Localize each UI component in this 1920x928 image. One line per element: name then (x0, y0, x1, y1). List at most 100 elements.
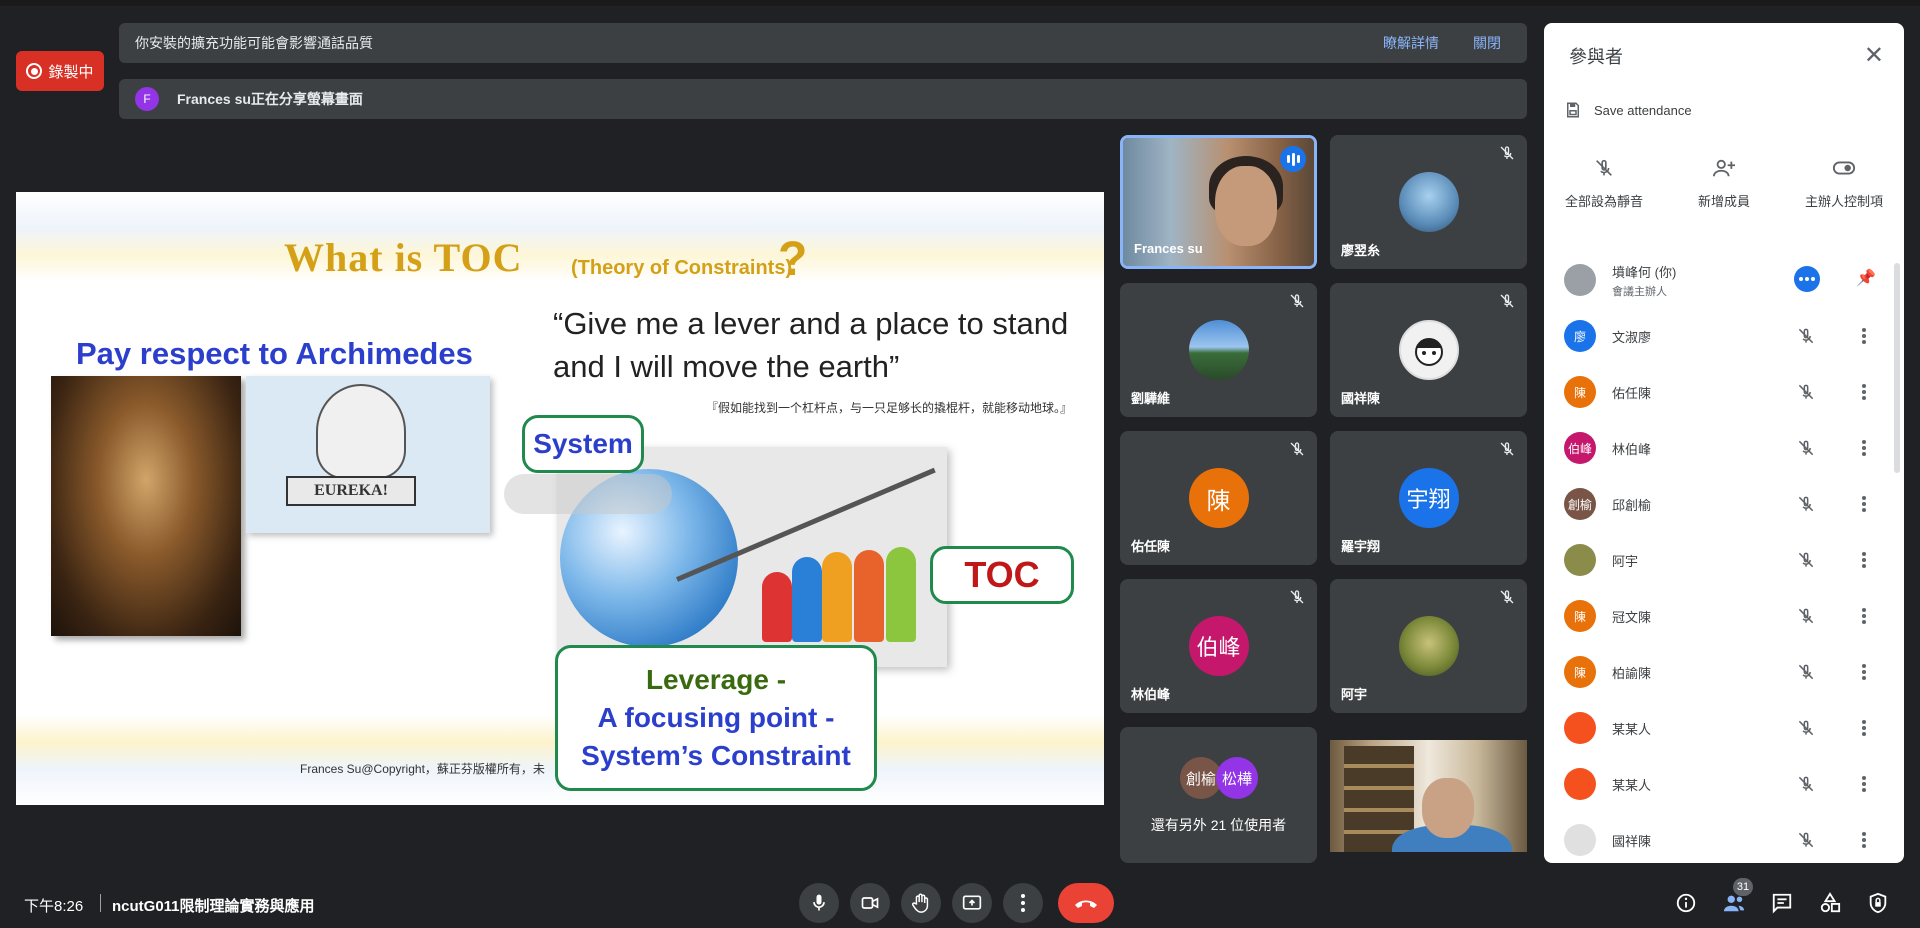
mic-off-icon[interactable] (1796, 550, 1816, 570)
participant-row[interactable]: 陳佑任陳 (1544, 364, 1904, 420)
participant-name: 佑任陳 (1612, 385, 1652, 401)
participant-tile[interactable]: 陳 佑任陳 (1120, 431, 1317, 565)
mic-off-icon (1290, 590, 1304, 604)
more-vert-icon[interactable] (1854, 382, 1874, 402)
more-vert-icon[interactable] (1854, 550, 1874, 570)
meeting-details-button[interactable] (1673, 890, 1699, 916)
more-vert-icon[interactable] (1854, 438, 1874, 458)
participant-row[interactable]: 伯峰 林伯峰 (1544, 420, 1904, 476)
video-person-face (1215, 166, 1277, 246)
participant-avatar: 陳 (1564, 600, 1596, 632)
mic-off-icon[interactable] (1796, 606, 1816, 626)
close-banner-button[interactable]: 關閉 (1473, 33, 1501, 53)
mic-off-icon[interactable] (1796, 718, 1816, 738)
more-participants-tile[interactable]: 創榆 松樺 還有另外 21 位使用者 (1120, 727, 1317, 863)
more-vert-icon[interactable] (1854, 662, 1874, 682)
panel-scrollbar[interactable] (1894, 263, 1900, 473)
leverage-bubble: Leverage - A focusing point - System’s C… (555, 645, 877, 791)
eureka-tub: EUREKA! (286, 476, 416, 506)
participant-tile[interactable]: 阿宇 (1330, 579, 1527, 713)
pin-icon[interactable]: 📌 (1856, 268, 1876, 288)
add-people-button[interactable]: 新增成員 (1669, 153, 1779, 210)
slide-top-swoosh (16, 192, 1104, 282)
participant-count-badge: 31 (1733, 878, 1753, 896)
eureka-cartoon: EUREKA! (246, 376, 490, 533)
more-vert-icon[interactable] (1854, 494, 1874, 514)
more-vert-icon[interactable] (1854, 606, 1874, 626)
mic-button[interactable] (799, 883, 839, 923)
more-horiz-icon[interactable] (1794, 266, 1820, 292)
save-attendance-button[interactable]: Save attendance (1564, 101, 1692, 119)
close-icon[interactable]: ✕ (1864, 41, 1884, 70)
activities-button[interactable] (1817, 890, 1843, 916)
participant-name: 某某人 (1612, 721, 1652, 737)
participants-panel: 參與者 ✕ Save attendance 全部設為靜音 新增成員 主辦人控制項… (1544, 23, 1904, 863)
mic-off-icon[interactable] (1796, 326, 1816, 346)
participant-row[interactable]: 墳峰何 (你) 會議主辦人 📌 (1544, 252, 1904, 308)
mute-all-button[interactable]: 全部設為靜音 (1549, 153, 1659, 210)
mic-off-icon[interactable] (1796, 382, 1816, 402)
participant-row[interactable]: 廖文淑廖 (1544, 308, 1904, 364)
mic-off-icon[interactable] (1796, 662, 1816, 682)
mic-off-icon[interactable] (1796, 830, 1816, 850)
participant-name: 林伯峰 (1131, 687, 1171, 702)
participant-row[interactable]: 陳柏諭陳 (1544, 644, 1904, 700)
end-call-button[interactable] (1058, 883, 1114, 923)
slide-chinese-quote: 『假如能找到一个杠杆点，与一只足够长的撬棍杆，就能移动地球。』 (706, 401, 1073, 415)
participant-row[interactable]: 阿宇 (1544, 532, 1904, 588)
participant-row[interactable]: 陳冠文陳 (1544, 588, 1904, 644)
participant-name: Frances su (1134, 241, 1203, 256)
raise-hand-button[interactable] (901, 883, 941, 923)
more-vert-icon[interactable] (1854, 774, 1874, 794)
record-icon (26, 63, 43, 79)
participant-row[interactable]: 國祥陳 (1544, 812, 1904, 863)
eureka-figure (316, 384, 406, 479)
presentation-slide[interactable]: What is TOC (Theory of Constraints) ? Pa… (16, 192, 1104, 805)
participant-name: 冠文陳 (1612, 609, 1652, 625)
chat-button[interactable] (1769, 890, 1795, 916)
mic-off-icon (1596, 159, 1612, 176)
participant-avatar (1564, 768, 1596, 800)
participant-tile[interactable]: Frances su (1120, 135, 1317, 269)
more-vert-icon[interactable] (1854, 326, 1874, 346)
recording-indicator[interactable]: 錄製中 (16, 51, 104, 91)
camera-button[interactable] (850, 883, 890, 923)
participant-tile[interactable]: 國祥陳 (1330, 283, 1527, 417)
mic-off-icon[interactable] (1796, 438, 1816, 458)
participant-tile[interactable]: 劉驊維 (1120, 283, 1317, 417)
participant-tile[interactable]: 伯峰 林伯峰 (1120, 579, 1317, 713)
participant-name: 國祥陳 (1612, 833, 1652, 849)
mic-off-icon[interactable] (1796, 494, 1816, 514)
meeting-name: ncutG011限制理論實務與應用 (112, 898, 315, 915)
participant-row[interactable]: 某某人 (1544, 700, 1904, 756)
participant-row[interactable]: 創榆 邱創榆 (1544, 476, 1904, 532)
participant-tile[interactable]: 宇翔 羅宇翔 (1330, 431, 1527, 565)
participant-list: 墳峰何 (你) 會議主辦人 📌 廖文淑廖陳佑任陳 伯峰 林伯峰 創榆 邱創榆 阿宇陳冠文陳陳柏諭… (1544, 252, 1904, 863)
participant-name: 阿宇 (1612, 553, 1639, 569)
participant-avatar (1564, 544, 1596, 576)
participant-avatar (1398, 320, 1459, 380)
self-view-tile[interactable] (1330, 740, 1527, 852)
host-controls-button[interactable]: 主辦人控制項 (1789, 153, 1899, 210)
present-button[interactable] (952, 883, 992, 923)
slide-copyright: Frances Su@Copyright，蘇正芬版權所有，未 (300, 762, 545, 776)
info-icon (1676, 893, 1696, 913)
participant-row[interactable]: 某某人 (1544, 756, 1904, 812)
learn-more-link[interactable]: 瞭解詳情 (1383, 33, 1439, 53)
screen-sharing-banner: F Frances su正在分享螢幕畫面 (119, 79, 1527, 119)
participant-tile[interactable]: 廖翌糸 (1330, 135, 1527, 269)
slide-respect-text: Pay respect to Archimedes (76, 336, 473, 371)
slide-subtitle: (Theory of Constraints) (571, 257, 793, 279)
mic-off-icon[interactable] (1796, 774, 1816, 794)
mute-all-label: 全部設為靜音 (1564, 194, 1643, 209)
more-vert-icon (1021, 894, 1025, 912)
more-vert-icon[interactable] (1854, 718, 1874, 738)
host-controls-bottom-button[interactable] (1865, 890, 1891, 916)
participant-name: 阿宇 (1341, 687, 1368, 702)
mic-off-icon (1290, 442, 1304, 456)
mic-off-icon (1290, 294, 1304, 308)
end-call-icon (1075, 900, 1097, 908)
more-vert-icon[interactable] (1854, 830, 1874, 850)
more-options-button[interactable] (1003, 883, 1043, 923)
video-person-face (1422, 778, 1474, 838)
